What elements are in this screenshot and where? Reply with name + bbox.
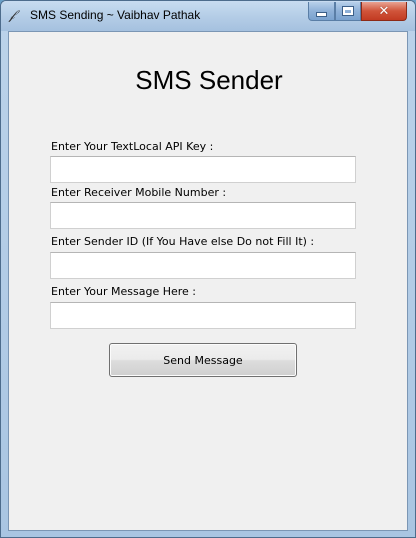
form-panel: SMS Sender Enter Your TextLocal API Key … <box>8 31 408 531</box>
minimize-button[interactable] <box>308 2 335 21</box>
sender-id-field[interactable] <box>50 252 356 279</box>
feather-icon: 𝒻 <box>9 8 15 23</box>
receiver-number-field[interactable] <box>50 202 356 229</box>
maximize-button[interactable] <box>335 2 361 21</box>
sender-id-label: Enter Sender ID (If You Have else Do not… <box>51 235 315 248</box>
api-key-label: Enter Your TextLocal API Key : <box>51 140 214 153</box>
title-bar[interactable]: 𝒻 SMS Sending ~ Vaibhav Pathak ✕ <box>1 1 415 31</box>
minimize-icon <box>317 12 326 16</box>
api-key-field[interactable] <box>50 156 356 183</box>
message-field[interactable] <box>50 302 356 329</box>
window-title: SMS Sending ~ Vaibhav Pathak <box>30 8 201 22</box>
send-message-button[interactable]: Send Message <box>109 343 297 377</box>
receiver-number-label: Enter Receiver Mobile Number : <box>51 186 227 199</box>
close-button[interactable]: ✕ <box>361 2 407 21</box>
page-title: SMS Sender <box>135 65 283 95</box>
maximize-icon <box>343 7 353 15</box>
app-window: 𝒻 SMS Sending ~ Vaibhav Pathak ✕ SMS Sen… <box>0 0 416 538</box>
close-icon: ✕ <box>378 3 390 19</box>
message-label: Enter Your Message Here : <box>51 285 196 298</box>
